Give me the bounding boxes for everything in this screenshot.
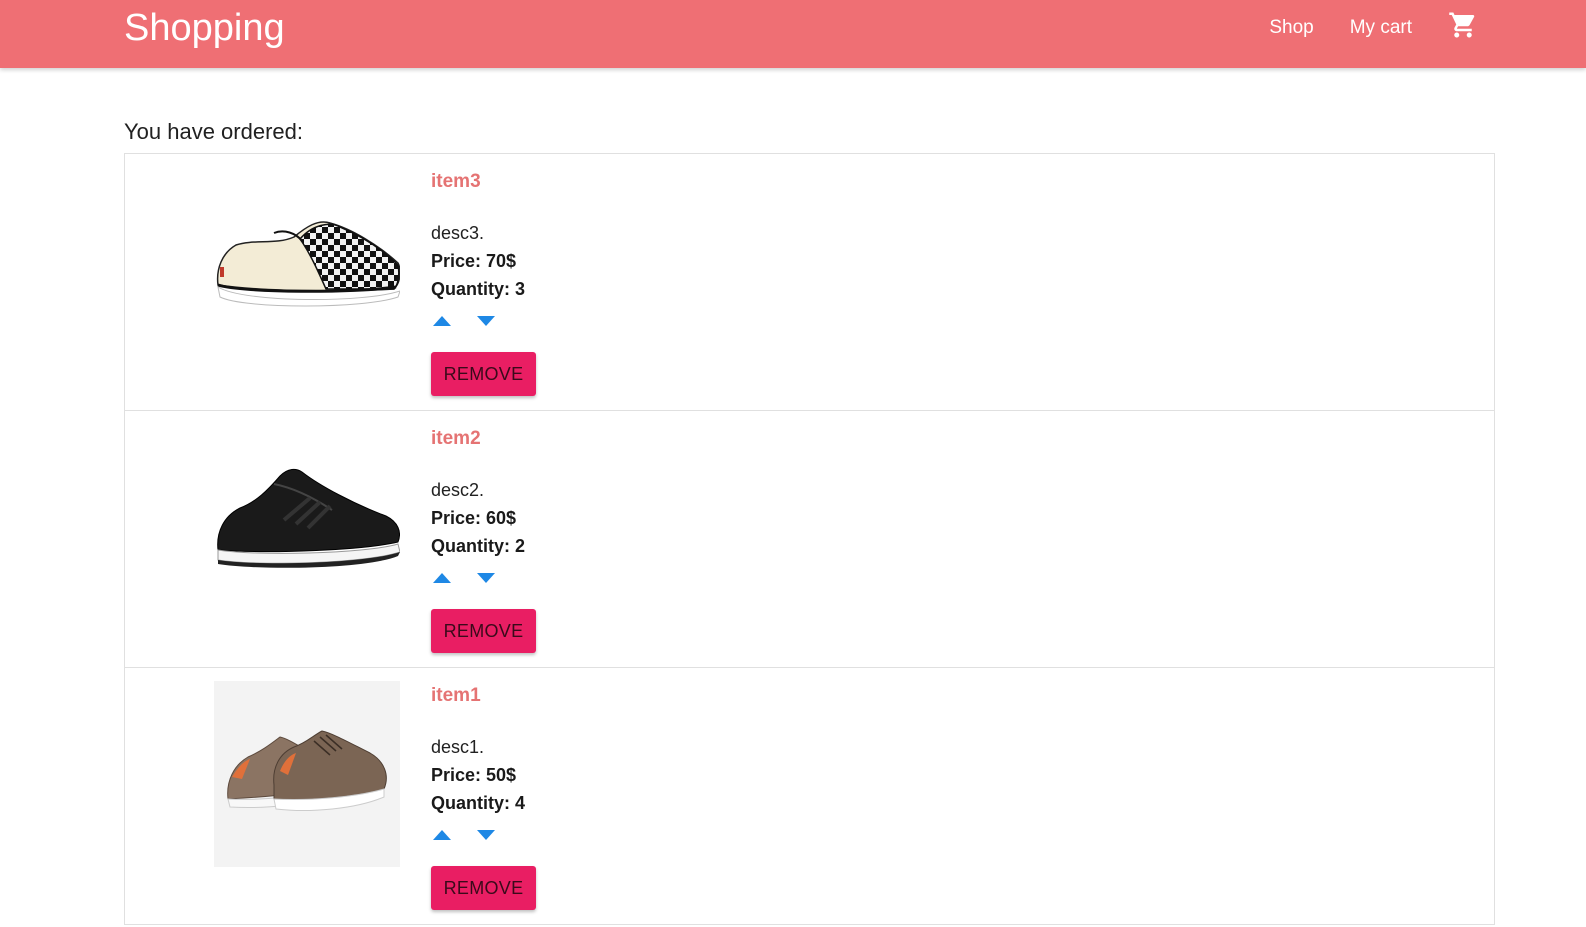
- quantity-stepper: [431, 825, 536, 845]
- item-price: Price: 70$: [431, 251, 517, 271]
- arrow-up-icon: [433, 316, 451, 326]
- remove-button[interactable]: REMOVE: [431, 866, 536, 910]
- decrease-quantity-button[interactable]: [475, 311, 497, 331]
- item-info: item2 desc2. Price: 60$ Quantity: 2 REMO…: [431, 425, 536, 653]
- item-quantity: Quantity: 3: [431, 279, 526, 299]
- quantity-stepper: [431, 311, 536, 331]
- item-quantity: Quantity: 2: [431, 536, 526, 556]
- arrow-down-icon: [477, 830, 495, 840]
- arrow-down-icon: [477, 316, 495, 326]
- item-description: desc1.: [431, 737, 485, 757]
- shopping-cart-icon[interactable]: [1448, 10, 1478, 40]
- increase-quantity-button[interactable]: [431, 568, 453, 588]
- increase-quantity-button[interactable]: [431, 311, 453, 331]
- nav-link-my-cart[interactable]: My cart: [1350, 16, 1412, 40]
- list-item: item3 desc3. Price: 70$ Quantity: 3 REMO…: [125, 154, 1494, 411]
- item-description: desc2.: [431, 480, 485, 500]
- item-price: Price: 50$: [431, 765, 517, 785]
- nav-link-shop[interactable]: Shop: [1269, 16, 1313, 40]
- item-title: item1: [431, 685, 481, 706]
- item-description: desc3.: [431, 223, 485, 243]
- brand-logo[interactable]: Shopping: [124, 6, 285, 50]
- order-list: item3 desc3. Price: 70$ Quantity: 3 REMO…: [124, 153, 1495, 925]
- product-image: [217, 468, 400, 568]
- list-item: item2 desc2. Price: 60$ Quantity: 2 REMO…: [125, 411, 1494, 668]
- increase-quantity-button[interactable]: [431, 825, 453, 845]
- top-navbar: Shopping Shop My cart: [0, 0, 1586, 68]
- item-quantity: Quantity: 4: [431, 793, 526, 813]
- nav-links: Shop My cart: [1233, 0, 1478, 68]
- arrow-up-icon: [433, 573, 451, 583]
- item-price: Price: 60$: [431, 508, 517, 528]
- product-image: [214, 681, 400, 867]
- item-info: item3 desc3. Price: 70$ Quantity: 3 REMO…: [431, 168, 536, 396]
- remove-button[interactable]: REMOVE: [431, 609, 536, 653]
- remove-button[interactable]: REMOVE: [431, 352, 536, 396]
- product-image: [216, 221, 400, 307]
- arrow-up-icon: [433, 830, 451, 840]
- list-item: item1 desc1. Price: 50$ Quantity: 4 REMO…: [125, 668, 1494, 925]
- quantity-stepper: [431, 568, 536, 588]
- decrease-quantity-button[interactable]: [475, 825, 497, 845]
- page-heading: You have ordered:: [124, 119, 303, 144]
- arrow-down-icon: [477, 573, 495, 583]
- decrease-quantity-button[interactable]: [475, 568, 497, 588]
- item-info: item1 desc1. Price: 50$ Quantity: 4 REMO…: [431, 682, 536, 910]
- item-title: item2: [431, 428, 481, 449]
- item-title: item3: [431, 171, 481, 192]
